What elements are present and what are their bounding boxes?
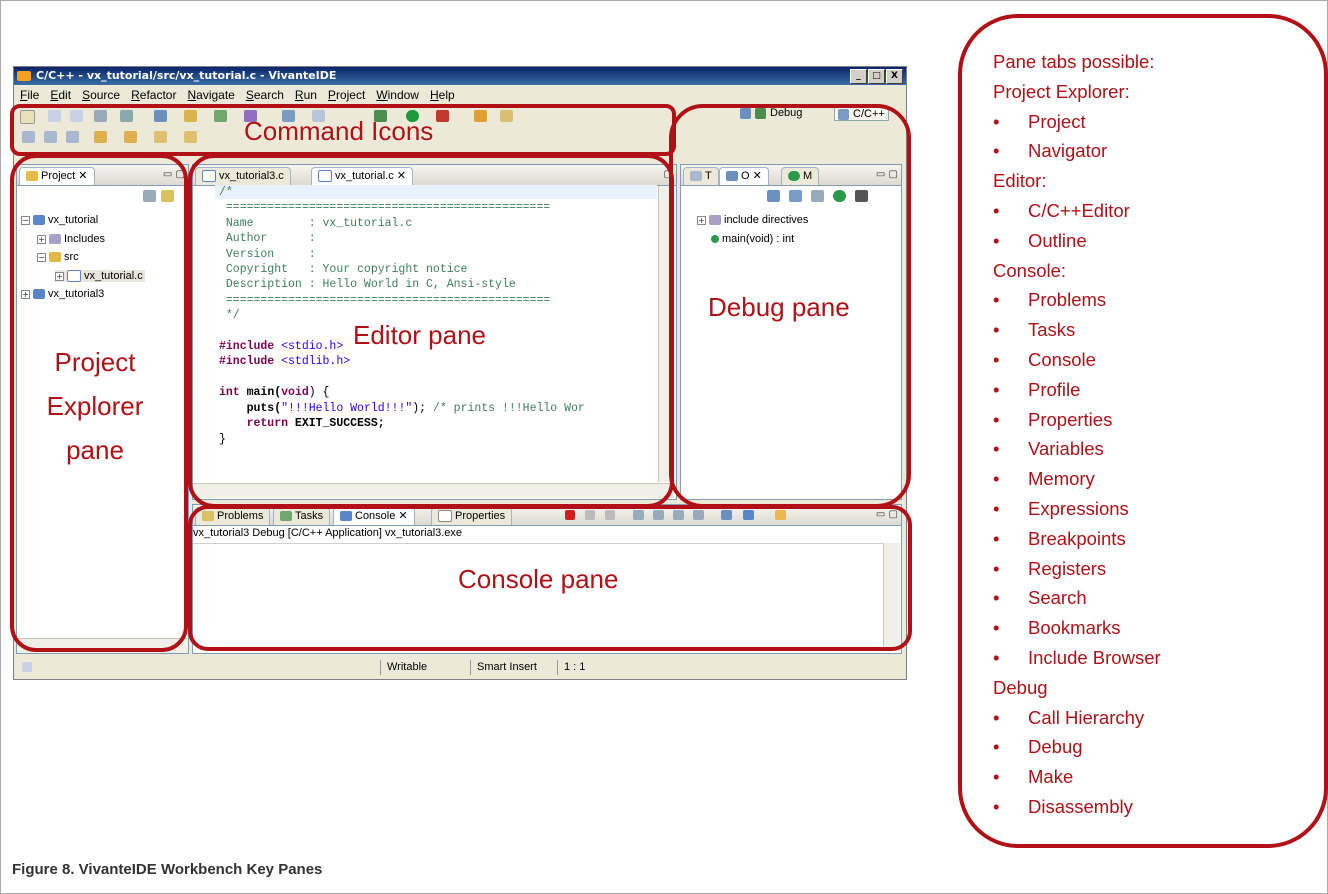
list-heading: Pane tabs possible: bbox=[993, 51, 1155, 72]
status-writable: Writable bbox=[380, 660, 467, 675]
list-item: Problems bbox=[993, 285, 1161, 315]
menu-bar: File Edit Source Refactor Navigate Searc… bbox=[14, 86, 906, 104]
fast-view-icon[interactable] bbox=[22, 662, 32, 672]
list-item: Search bbox=[993, 583, 1161, 613]
list-item: Disassembly bbox=[993, 792, 1161, 822]
app-logo-icon bbox=[17, 71, 31, 81]
menu-file[interactable]: File bbox=[14, 86, 44, 104]
menu-window[interactable]: Window bbox=[370, 86, 424, 104]
list-item: Breakpoints bbox=[993, 524, 1161, 554]
maximize-button[interactable]: □ bbox=[868, 69, 885, 84]
list-item: Memory bbox=[993, 464, 1161, 494]
list-item: Call Hierarchy bbox=[993, 703, 1161, 733]
window-title: C/C++ - vx_tutorial/src/vx_tutorial.c - … bbox=[36, 69, 337, 82]
label-console-pane: Console pane bbox=[458, 564, 619, 594]
list-item: Include Browser bbox=[993, 643, 1161, 673]
list-item: Variables bbox=[993, 434, 1161, 464]
list-item: Make bbox=[993, 762, 1161, 792]
label-line: pane bbox=[66, 435, 124, 465]
menu-project[interactable]: Project bbox=[322, 86, 370, 104]
menu-refactor[interactable]: Refactor bbox=[125, 86, 181, 104]
menu-edit[interactable]: Edit bbox=[44, 86, 76, 104]
list-item: Profile bbox=[993, 375, 1161, 405]
menu-source[interactable]: Source bbox=[76, 86, 125, 104]
list-item: Registers bbox=[993, 554, 1161, 584]
list-item: Console bbox=[993, 345, 1161, 375]
status-insert-mode: Smart Insert bbox=[470, 660, 557, 675]
list-item: Navigator bbox=[993, 136, 1161, 166]
label-line: Explorer bbox=[46, 391, 144, 421]
list-item: Debug bbox=[993, 732, 1161, 762]
menu-navigate[interactable]: Navigate bbox=[181, 86, 239, 104]
window-controls: _ □ X bbox=[850, 69, 903, 84]
status-bar: Writable Smart Insert 1 : 1 bbox=[14, 657, 906, 679]
figure-caption: Figure 8. VivanteIDE Workbench Key Panes bbox=[12, 861, 323, 878]
list-group: Console: bbox=[993, 259, 1067, 281]
list-group: Editor: bbox=[993, 170, 1047, 192]
title-bar: C/C++ - vx_tutorial/src/vx_tutorial.c - … bbox=[14, 67, 906, 85]
menu-search[interactable]: Search bbox=[240, 86, 289, 104]
list-item: Tasks bbox=[993, 315, 1161, 345]
list-group: Project Explorer: bbox=[993, 80, 1130, 102]
label-editor-pane: Editor pane bbox=[353, 320, 486, 350]
close-button[interactable]: X bbox=[886, 69, 903, 84]
list-group: Debug bbox=[993, 676, 1048, 698]
list-item: Expressions bbox=[993, 494, 1161, 524]
minimize-button[interactable]: _ bbox=[850, 69, 867, 84]
list-item: Outline bbox=[993, 226, 1161, 256]
label-line: Project bbox=[54, 347, 136, 377]
label-command-icons: Command Icons bbox=[244, 116, 434, 146]
list-item: Project bbox=[993, 107, 1161, 137]
menu-run[interactable]: Run bbox=[289, 86, 322, 104]
list-item: Properties bbox=[993, 405, 1161, 435]
label-debug-pane: Debug pane bbox=[708, 292, 850, 322]
status-cursor-position: 1 : 1 bbox=[557, 660, 654, 675]
label-project-explorer: Project Explorer pane bbox=[12, 340, 178, 472]
list-item: C/C++Editor bbox=[993, 196, 1161, 226]
list-item: Bookmarks bbox=[993, 613, 1161, 643]
menu-help[interactable]: Help bbox=[424, 86, 460, 104]
pane-tabs-list: Pane tabs possible: Project Explorer: Pr… bbox=[993, 47, 1161, 822]
